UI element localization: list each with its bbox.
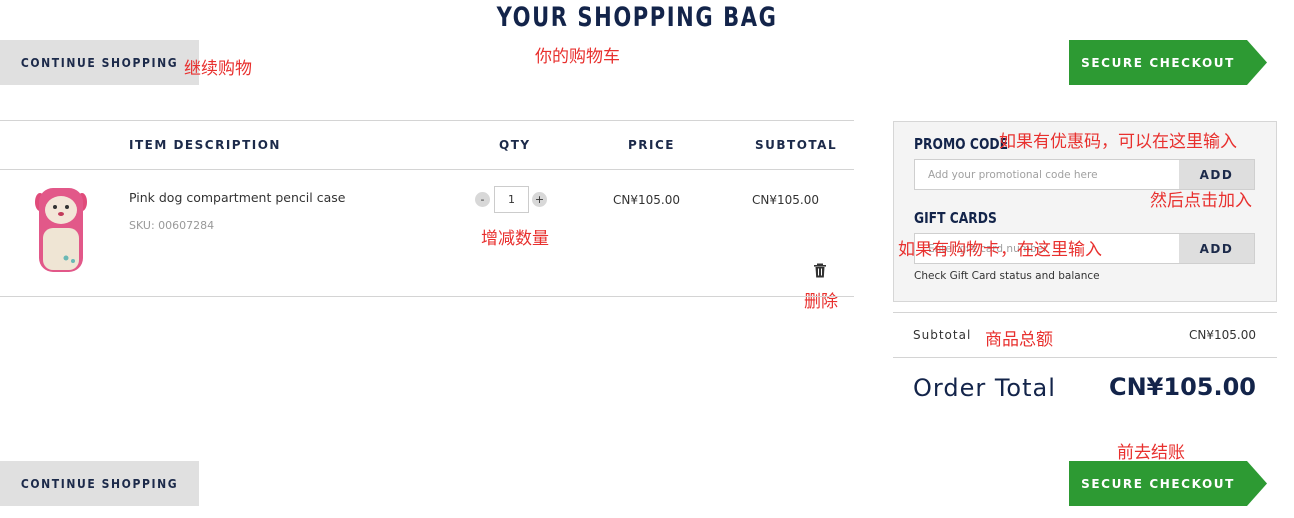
trash-icon[interactable]: [813, 263, 827, 278]
header-item-description: ITEM DESCRIPTION: [129, 138, 281, 152]
item-price: CN¥105.00: [613, 193, 680, 207]
secure-checkout-label: SECURE CHECKOUT: [1081, 55, 1235, 70]
page-title: YOUR SHOPPING BAG: [496, 2, 778, 33]
gift-cards-label: GIFT CARDS: [914, 209, 997, 227]
summary-top-divider: [893, 312, 1277, 313]
annotation-subtotal: 商品总额: [985, 330, 1053, 350]
qty-input[interactable]: [494, 186, 529, 213]
header-price: PRICE: [628, 138, 676, 152]
summary-divider: [893, 357, 1277, 358]
check-gift-card-link[interactable]: Check Gift Card status and balance: [914, 270, 1100, 282]
header-subtotal: SUBTOTAL: [755, 138, 838, 152]
table-top-divider: [0, 120, 854, 121]
annotation-delete: 删除: [804, 292, 838, 312]
subtotal-value: CN¥105.00: [1189, 328, 1256, 342]
qty-increase-button[interactable]: +: [532, 192, 547, 207]
pink-dog-pencil-case-image: [35, 188, 87, 272]
qty-decrease-button[interactable]: -: [475, 192, 490, 207]
annotation-gift: 如果有购物卡，在这里输入: [898, 240, 1102, 260]
annotation-promo-add: 然后点击加入: [1150, 191, 1252, 211]
secure-checkout-button-top[interactable]: SECURE CHECKOUT: [1069, 40, 1267, 85]
annotation-promo: 如果有优惠码，可以在这里输入: [999, 132, 1237, 152]
gift-add-button[interactable]: ADD: [1179, 234, 1254, 263]
annotation-checkout: 前去结账: [1117, 443, 1185, 463]
table-header-divider: [0, 169, 854, 170]
table-bottom-divider: [0, 296, 854, 297]
order-total-label: Order Total: [913, 374, 1056, 402]
annotation-cart: 你的购物车: [535, 47, 620, 67]
header-qty: QTY: [499, 138, 531, 152]
continue-shopping-button-bottom[interactable]: CONTINUE SHOPPING: [0, 461, 199, 506]
annotation-qty: 增减数量: [481, 229, 549, 249]
promo-add-button[interactable]: ADD: [1179, 160, 1254, 189]
secure-checkout-label: SECURE CHECKOUT: [1081, 476, 1235, 491]
annotation-continue: 继续购物: [184, 59, 252, 79]
item-name[interactable]: Pink dog compartment pencil case: [129, 190, 345, 205]
secure-checkout-button-bottom[interactable]: SECURE CHECKOUT: [1069, 461, 1267, 506]
continue-shopping-button-top[interactable]: CONTINUE SHOPPING: [0, 40, 199, 85]
order-total-value: CN¥105.00: [1108, 373, 1256, 401]
promo-code-label: PROMO CODE: [914, 135, 1009, 153]
product-image[interactable]: [30, 182, 92, 274]
promo-code-input[interactable]: [915, 160, 1180, 189]
item-sku: SKU: 00607284: [129, 219, 215, 232]
subtotal-label: Subtotal: [913, 328, 972, 342]
item-subtotal: CN¥105.00: [752, 193, 819, 207]
